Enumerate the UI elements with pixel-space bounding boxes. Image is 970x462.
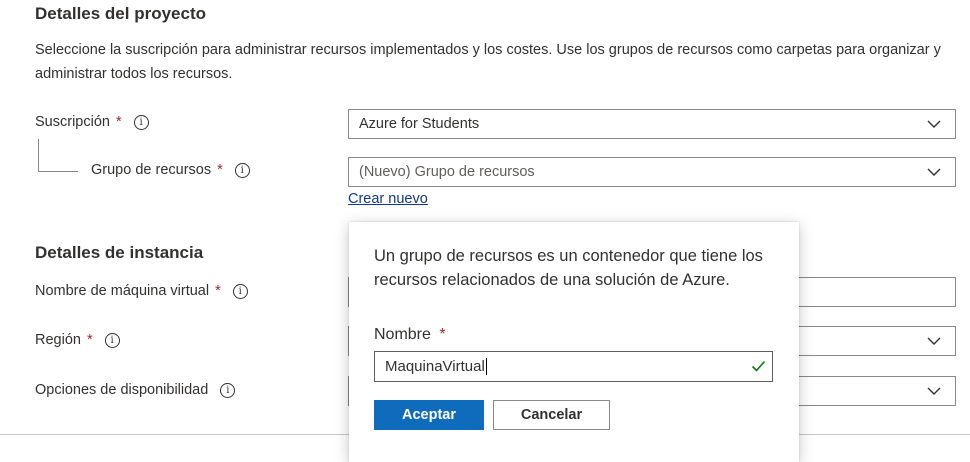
cancel-button[interactable]: Cancelar [493, 400, 610, 430]
info-icon[interactable]: i [220, 382, 236, 398]
info-icon[interactable]: i [234, 162, 250, 178]
subscription-dropdown[interactable]: Azure for Students [348, 109, 956, 139]
chevron-down-icon [927, 337, 941, 345]
required-marker: * [217, 162, 223, 178]
chevron-down-icon [927, 387, 941, 395]
subscription-label: Suscripción [35, 114, 110, 130]
project-description: Seleccione la suscripción para administr… [35, 42, 941, 82]
name-input[interactable]: MaquinaVirtual [374, 351, 773, 382]
availability-label-row: Opciones de disponibilidad i [35, 382, 236, 398]
info-icon[interactable]: i [232, 283, 248, 299]
resource-group-label: Grupo de recursos [91, 162, 212, 178]
required-marker: * [439, 326, 446, 343]
subscription-label-row: Suscripción * i [35, 114, 149, 130]
info-icon[interactable]: i [104, 332, 120, 348]
name-label-row: Nombre * [374, 326, 446, 344]
create-resource-group-popup: Un grupo de recursos es un contenedor qu… [349, 222, 799, 462]
resource-group-label-row: Grupo de recursos * i [91, 162, 250, 178]
vm-name-label: Nombre de máquina virtual [35, 283, 210, 299]
required-marker: * [86, 332, 93, 348]
name-input-value: MaquinaVirtual [385, 358, 485, 375]
region-label-row: Región * i [35, 332, 120, 348]
tree-connector-vertical [38, 139, 39, 171]
popup-description: Un grupo de recursos es un contenedor qu… [374, 247, 763, 289]
required-marker: * [115, 114, 122, 130]
create-new-link[interactable]: Crear nuevo [348, 191, 428, 207]
chevron-down-icon [927, 120, 941, 128]
vm-name-label-row: Nombre de máquina virtual * i [35, 283, 248, 299]
resource-group-value: (Nuevo) Grupo de recursos [359, 164, 535, 180]
chevron-down-icon [927, 168, 941, 176]
resource-group-dropdown[interactable]: (Nuevo) Grupo de recursos [348, 157, 956, 187]
info-icon[interactable]: i [133, 114, 149, 130]
region-label: Región [35, 332, 81, 348]
subscription-value: Azure for Students [359, 116, 480, 132]
tree-connector-horizontal [38, 171, 78, 172]
checkmark-icon [751, 360, 766, 372]
accept-button[interactable]: Aceptar [374, 400, 484, 430]
instance-details-title: Detalles de instancia [35, 243, 204, 262]
name-label: Nombre [374, 326, 431, 343]
text-cursor [485, 358, 487, 375]
required-marker: * [215, 283, 221, 299]
availability-label: Opciones de disponibilidad [35, 382, 209, 398]
project-details-title: Detalles del proyecto [35, 4, 207, 23]
